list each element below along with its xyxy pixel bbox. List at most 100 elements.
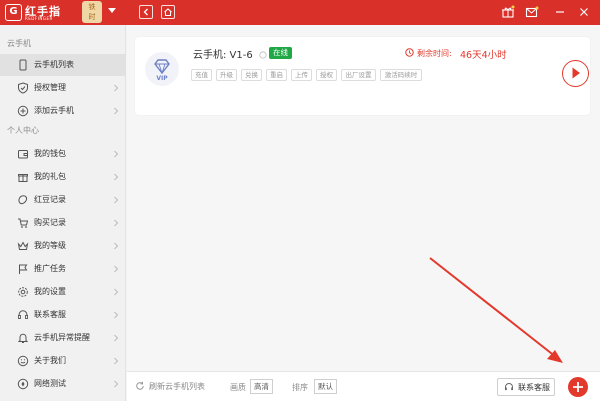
gift-icon [502, 5, 515, 18]
launch-button[interactable] [562, 60, 589, 87]
vip-level-badge[interactable]: 铁 时 [82, 1, 102, 23]
bell-icon [17, 333, 29, 343]
exchange-button[interactable]: 兑换 [241, 69, 262, 81]
back-button[interactable] [139, 5, 153, 19]
add-circle-icon [17, 105, 29, 117]
activation-code-renew-button[interactable]: 激活码续时 [380, 69, 422, 81]
sidebar-item-label: 关于我们 [34, 356, 66, 365]
add-cloud-phone-button[interactable] [568, 377, 588, 397]
sidebar-item-authorization[interactable]: 授权管理 [0, 77, 126, 99]
sidebar-item-label: 授权管理 [34, 83, 66, 92]
sidebar-item-purchase-records[interactable]: 购买记录 [0, 212, 126, 234]
gear-icon [18, 287, 28, 297]
remaining-time-value: 46天4小时 [460, 50, 507, 61]
chevron-right-icon [114, 357, 119, 365]
recharge-button[interactable]: 充值 [191, 69, 212, 81]
quality-select[interactable]: 高清 [250, 379, 273, 394]
sidebar-item-contact-support[interactable]: 联系客服 [0, 304, 126, 326]
sidebar-item-level[interactable]: 我的等级 [0, 235, 126, 257]
sidebar-item-label: 购买记录 [34, 218, 66, 227]
home-button[interactable] [161, 5, 175, 19]
edit-name-icon[interactable] [259, 51, 267, 59]
upload-button[interactable]: 上传 [291, 69, 312, 81]
app-logo: G 红手指 REDFINGER [5, 3, 69, 23]
chevron-right-icon [114, 107, 119, 115]
vip-diamond-icon: VIP [154, 59, 170, 82]
main-panel: VIP 云手机: V1-6 在线 充值 升级 兑换 重启 上传 授权 出厂设置 … [127, 25, 600, 371]
refresh-list-label: 刷新云手机列表 [149, 382, 205, 391]
phone-icon [19, 59, 27, 71]
sidebar-item-network-test[interactable]: 网络测试 [0, 373, 126, 395]
network-icon [17, 378, 29, 390]
sidebar-item-add-cloud-phone[interactable]: 添加云手机 [0, 100, 126, 122]
upgrade-button[interactable]: 升级 [216, 69, 237, 81]
restart-button[interactable]: 重启 [266, 69, 287, 81]
clock-icon [405, 48, 414, 57]
chevron-right-icon [114, 150, 119, 158]
home-icon [164, 8, 172, 17]
svg-text:VIP: VIP [156, 75, 168, 82]
section-title-cloud-phone: 云手机 [7, 39, 31, 48]
close-icon [580, 8, 588, 16]
vip-badge-line2: 时 [88, 13, 96, 21]
chevron-right-icon [114, 196, 119, 204]
sidebar-item-bean-records[interactable]: 红豆记录 [0, 189, 126, 211]
contact-support-label: 联系客服 [518, 383, 550, 392]
chevron-right-icon [114, 288, 119, 296]
sidebar-item-label: 我的设置 [34, 287, 66, 296]
chevron-down-icon[interactable] [108, 8, 116, 13]
headset-icon [505, 383, 513, 391]
chevron-right-icon [114, 219, 119, 227]
logo-subtitle: REDFINGER [25, 16, 53, 21]
cloud-phone-card[interactable]: VIP 云手机: V1-6 在线 充值 升级 兑换 重启 上传 授权 出厂设置 … [135, 37, 590, 115]
chevron-right-icon [114, 311, 119, 319]
sidebar-item-label: 网络测试 [34, 379, 66, 388]
minimize-button[interactable] [552, 4, 568, 20]
cart-icon [18, 218, 29, 228]
chevron-right-icon [114, 265, 119, 273]
crown-icon [17, 241, 29, 250]
sidebar-item-label: 云手机异常提醒 [34, 333, 90, 342]
flag-icon [19, 264, 28, 274]
minimize-icon [556, 11, 564, 13]
shield-icon [18, 82, 28, 94]
play-icon [572, 67, 580, 79]
sidebar-item-label: 云手机列表 [34, 60, 74, 69]
refresh-icon [136, 381, 144, 390]
status-badge: 在线 [269, 47, 292, 59]
sidebar: 云手机 云手机列表 授权管理 添加云手机 个人中心 我的钱包 我的礼包 红豆记录… [0, 25, 126, 401]
remaining-time-label: 剩余时间: [417, 49, 452, 58]
device-name-text: 云手机: V1-6 [193, 50, 253, 61]
gift-box-button[interactable] [500, 4, 516, 20]
device-name: 云手机: V1-6 [193, 46, 267, 61]
sidebar-item-abnormal-alerts[interactable]: 云手机异常提醒 [0, 327, 126, 349]
plus-icon [573, 382, 583, 392]
sidebar-item-cloud-phone-list[interactable]: 云手机列表 [0, 54, 126, 76]
sidebar-item-gifts[interactable]: 我的礼包 [0, 166, 126, 188]
chevron-right-icon [114, 380, 119, 388]
sidebar-item-promotion-tasks[interactable]: 推广任务 [0, 258, 126, 280]
message-button[interactable] [524, 4, 540, 20]
mail-icon [525, 6, 539, 18]
authorize-button[interactable]: 授权 [316, 69, 337, 81]
sidebar-item-about-us[interactable]: 关于我们 [0, 350, 126, 372]
logo-mark: G [5, 4, 22, 21]
sidebar-item-label: 我的礼包 [34, 172, 66, 181]
sort-select[interactable]: 默认 [314, 379, 337, 394]
close-button[interactable] [576, 4, 592, 20]
factory-reset-button[interactable]: 出厂设置 [341, 69, 376, 81]
sidebar-item-label: 我的等级 [34, 241, 66, 250]
smile-icon [17, 355, 29, 367]
sidebar-item-label: 联系客服 [34, 310, 66, 319]
sidebar-item-label: 我的钱包 [34, 149, 66, 158]
sidebar-item-label: 红豆记录 [34, 195, 66, 204]
gift-icon [18, 174, 28, 182]
sidebar-item-settings[interactable]: 我的设置 [0, 281, 126, 303]
chevron-left-icon [143, 8, 148, 16]
sidebar-item-label: 添加云手机 [34, 106, 74, 115]
wallet-icon [18, 150, 28, 159]
contact-support-button[interactable]: 联系客服 [497, 378, 555, 396]
chevron-right-icon [114, 84, 119, 92]
sidebar-item-wallet[interactable]: 我的钱包 [0, 143, 126, 165]
headset-icon [18, 310, 28, 319]
